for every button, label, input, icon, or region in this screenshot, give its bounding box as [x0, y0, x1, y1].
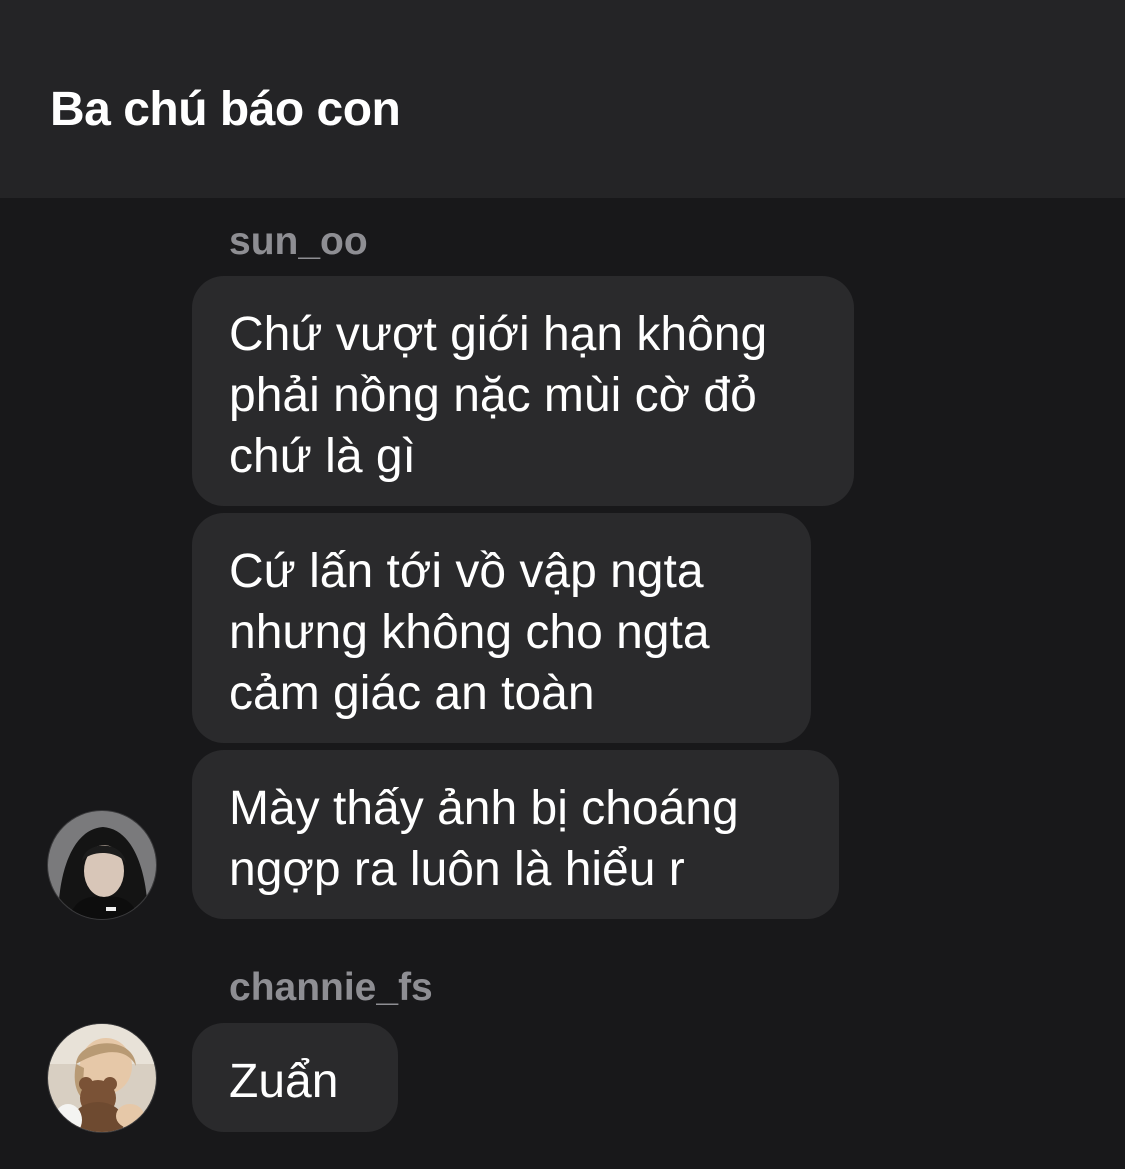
avatar[interactable]: [47, 1023, 157, 1133]
message-bubble[interactable]: Chứ vượt giới hạn không phải nồng nặc mù…: [192, 276, 854, 506]
message-list[interactable]: sun_oo Chứ vượt giới hạn không phải nồng…: [0, 198, 1125, 1169]
avatar[interactable]: [47, 810, 157, 920]
chat-title[interactable]: Ba chú báo con: [50, 82, 401, 138]
sender-name: channie_fs: [229, 966, 433, 1009]
sender-name: sun_oo: [229, 220, 368, 263]
message-bubble[interactable]: Cứ lấn tới vồ vập ngta nhưng không cho n…: [192, 513, 811, 743]
message-bubble[interactable]: Mày thấy ảnh bị choáng ngợp ra luôn là h…: [192, 750, 839, 919]
avatar-hooded-person-icon: [48, 811, 156, 919]
chat-header: Ba chú báo con: [0, 0, 1125, 198]
message-bubble[interactable]: Zuẩn: [192, 1023, 398, 1132]
avatar-person-with-teddy-bear-icon: [48, 1024, 156, 1132]
